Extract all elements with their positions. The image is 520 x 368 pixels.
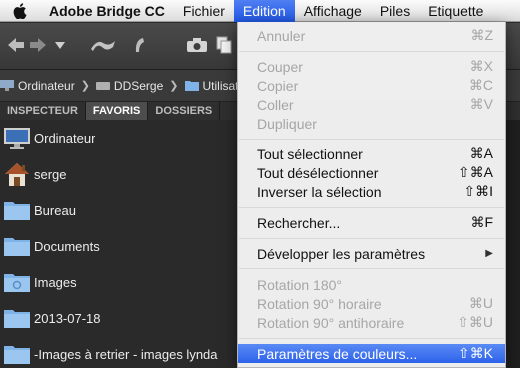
menu-item-label: Annuler — [257, 27, 306, 44]
menu-fichier[interactable]: Fichier — [174, 0, 234, 22]
menu-separator — [239, 207, 504, 208]
breadcrumb-utilisateurs[interactable]: Utilisat — [184, 78, 239, 93]
favorite-item-documents[interactable]: Documents — [0, 228, 240, 264]
menu-separator — [239, 139, 504, 140]
favorite-label: serge — [34, 166, 67, 182]
menu-piles[interactable]: Piles — [371, 0, 419, 22]
menu-item-rotation-90-antihoraire[interactable]: Rotation 90° antihoraire ⇧⌘U — [238, 313, 505, 332]
computer-icon — [2, 125, 32, 151]
breadcrumb-label: Ordinateur — [18, 78, 75, 93]
favorite-item-serge[interactable]: serge — [0, 156, 240, 192]
menu-item-couper[interactable]: Couper ⌘X — [238, 57, 505, 76]
favorite-item-images-a-retrier[interactable]: -Images à retrier - images lynda — [0, 336, 240, 368]
menu-item-shortcut: ⌘A — [469, 145, 493, 161]
folder-icon — [2, 197, 32, 223]
menu-item-label: Rotation 180° — [257, 276, 342, 293]
menu-item-label: Rotation 90° antihoraire — [257, 314, 405, 331]
chevron-right-icon: ❯ — [80, 80, 90, 92]
menu-item-label: Développer les paramètres — [257, 245, 426, 262]
favorite-label: Ordinateur — [34, 130, 96, 146]
menu-item-dupliquer[interactable]: Dupliquer — [238, 114, 505, 133]
edition-menu: Annuler ⌘Z Couper ⌘X Copier ⌘C Coller ⌘V… — [237, 22, 506, 368]
favorite-label: 2013-07-18 — [34, 310, 101, 326]
menu-item-shortcut: ⌘C — [468, 77, 493, 93]
menu-item-coller[interactable]: Coller ⌘V — [238, 95, 505, 114]
menu-item-label: Inverser la sélection — [257, 183, 382, 200]
breadcrumb-label: Utilisat — [202, 78, 239, 93]
menu-item-label: Couper — [257, 58, 303, 75]
copy-icon[interactable] — [214, 35, 234, 55]
apple-logo-icon[interactable] — [0, 0, 40, 22]
breadcrumb-label: DDSerge — [113, 78, 164, 93]
folder-icon — [2, 305, 32, 331]
favorite-item-ordinateur[interactable]: Ordinateur — [0, 120, 240, 156]
forward-arrow-icon[interactable] — [28, 35, 48, 55]
menu-item-annuler[interactable]: Annuler ⌘Z — [238, 26, 505, 45]
folder-icon — [184, 80, 199, 91]
menu-item-shortcut: ⌘V — [469, 96, 493, 112]
menu-item-label: Rechercher... — [257, 214, 341, 231]
menu-item-rotation-90-horaire[interactable]: Rotation 90° horaire ⌘U — [238, 294, 505, 313]
menu-item-copier[interactable]: Copier ⌘C — [238, 76, 505, 95]
favorite-item-2013-07-18[interactable]: 2013-07-18 — [0, 300, 240, 336]
computer-icon — [0, 80, 14, 91]
menu-item-developper-parametres[interactable]: Développer les paramètres ▶ — [238, 244, 505, 263]
camera-icon[interactable] — [184, 35, 210, 55]
menu-item-label: Copier — [257, 77, 299, 94]
menu-etiquette[interactable]: Etiquette — [419, 0, 492, 22]
favorite-label: Bureau — [34, 202, 76, 218]
tab-favoris[interactable]: FAVORIS — [85, 102, 149, 120]
menu-item-tout-selectionner[interactable]: Tout sélectionner ⌘A — [238, 144, 505, 163]
back-arrow-icon[interactable] — [6, 35, 26, 55]
breadcrumb-ordinateur[interactable]: Ordinateur ❯ — [0, 79, 90, 93]
menu-item-label: Dupliquer — [257, 115, 317, 132]
app-name-menu[interactable]: Adobe Bridge CC — [40, 0, 174, 22]
menu-separator — [239, 338, 504, 339]
menu-item-rechercher[interactable]: Rechercher... ⌘F — [238, 213, 505, 232]
folder-icon — [2, 233, 32, 259]
menu-edition[interactable]: Edition — [233, 0, 295, 22]
menu-item-parametres-couleurs[interactable]: Paramètres de couleurs... ⇧⌘K — [238, 344, 505, 363]
menu-item-shortcut: ⌘F — [470, 214, 493, 230]
menu-item-tout-deselectionner[interactable]: Tout désélectionner ⇧⌘A — [238, 163, 505, 182]
tab-dossiers[interactable]: DOSSIERS — [148, 102, 221, 120]
menu-affichage[interactable]: Affichage — [295, 0, 371, 22]
submenu-arrow-icon: ▶ — [485, 248, 493, 259]
favorite-item-images[interactable]: Images — [0, 264, 240, 300]
favorite-label: -Images à retrier - images lynda — [34, 346, 218, 362]
menu-item-label: Coller — [257, 96, 294, 113]
rotate-icon[interactable] — [130, 35, 150, 55]
folder-icon — [2, 341, 32, 367]
menu-item-label: Tout désélectionner — [257, 164, 379, 181]
menu-separator — [239, 51, 504, 52]
menu-item-label: Paramètres de couleurs... — [257, 345, 418, 362]
menu-item-shortcut: ⌘U — [468, 295, 493, 311]
favorites-panel: Ordinateur serge Bureau Documents Images… — [0, 120, 240, 368]
favorite-label: Documents — [34, 238, 100, 254]
menu-item-label: Rotation 90° horaire — [257, 295, 382, 312]
menu-item-shortcut: ⌘X — [469, 58, 493, 74]
dropdown-arrow-icon[interactable] — [52, 35, 68, 55]
favorite-item-bureau[interactable]: Bureau — [0, 192, 240, 228]
drive-icon — [95, 80, 110, 91]
menu-item-shortcut: ⇧⌘U — [457, 314, 493, 330]
favorite-label: Images — [34, 274, 77, 290]
chevron-right-icon: ❯ — [169, 80, 179, 92]
menu-item-shortcut: ⇧⌘I — [463, 183, 493, 199]
menu-bar: Adobe Bridge CC Fichier Edition Affichag… — [0, 0, 520, 22]
menu-item-rotation-180[interactable]: Rotation 180° — [238, 275, 505, 294]
menu-item-shortcut: ⌘Z — [470, 27, 493, 43]
menu-item-shortcut: ⇧⌘A — [457, 164, 493, 180]
folder-icon — [2, 269, 32, 295]
menu-separator — [239, 238, 504, 239]
menu-item-inverser-selection[interactable]: Inverser la sélection ⇧⌘I — [238, 182, 505, 201]
breadcrumb-ddserge[interactable]: DDSerge ❯ — [95, 78, 179, 93]
tab-inspecteur[interactable]: INSPECTEUR — [0, 102, 86, 120]
menu-separator — [239, 268, 504, 269]
menu-item-label: Tout sélectionner — [257, 145, 363, 162]
menu-item-shortcut: ⇧⌘K — [457, 345, 493, 361]
home-icon — [2, 161, 32, 187]
boomerang-icon[interactable] — [88, 35, 118, 55]
